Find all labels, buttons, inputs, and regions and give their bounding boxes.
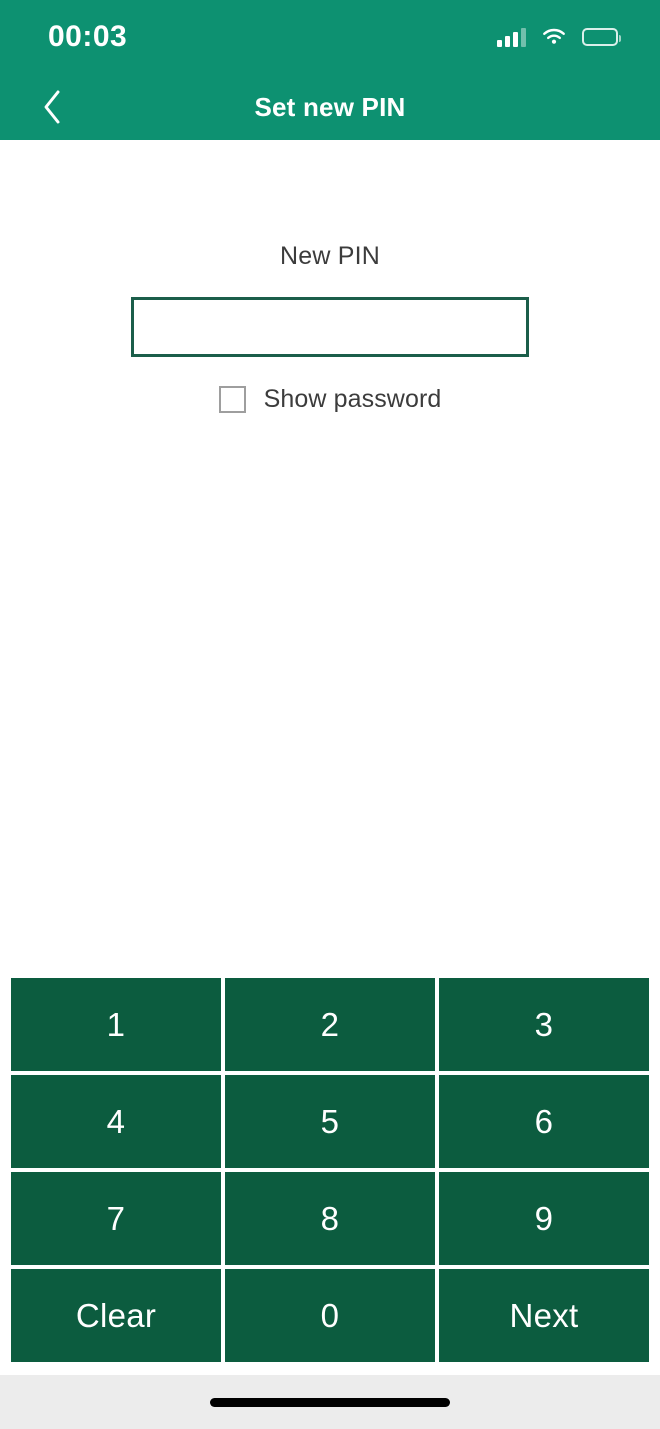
chevron-left-icon xyxy=(41,89,63,125)
back-button[interactable] xyxy=(26,81,78,133)
key-1[interactable]: 1 xyxy=(11,978,221,1071)
page-title: Set new PIN xyxy=(254,91,406,122)
main-content: New PIN Show password xyxy=(0,140,660,978)
app-header: 00:03 Set new PIN xyxy=(0,0,660,140)
key-2[interactable]: 2 xyxy=(225,978,435,1071)
home-indicator-area xyxy=(0,1375,660,1429)
numeric-keypad: 1 2 3 4 5 6 7 8 9 Clear 0 Next xyxy=(0,978,660,1362)
status-bar-time: 00:03 xyxy=(48,20,128,53)
show-password-checkbox[interactable] xyxy=(218,386,246,413)
pin-field-label: New PIN xyxy=(279,242,381,270)
nav-bar: Set new PIN xyxy=(0,74,660,140)
cellular-signal-icon xyxy=(497,27,526,47)
key-5[interactable]: 5 xyxy=(225,1075,435,1168)
status-bar: 00:03 xyxy=(0,0,660,74)
keypad-row: Clear 0 Next xyxy=(11,1269,649,1362)
new-pin-input[interactable] xyxy=(131,297,529,357)
show-password-label: Show password xyxy=(263,385,442,413)
keypad-row: 1 2 3 xyxy=(11,978,649,1071)
key-9[interactable]: 9 xyxy=(439,1172,649,1265)
key-4[interactable]: 4 xyxy=(11,1075,221,1168)
key-0[interactable]: 0 xyxy=(225,1269,435,1362)
keypad-row: 7 8 9 xyxy=(11,1172,649,1265)
wifi-icon xyxy=(541,27,567,47)
key-7[interactable]: 7 xyxy=(11,1172,221,1265)
status-bar-icons xyxy=(497,27,621,47)
battery-icon xyxy=(582,28,621,46)
home-indicator-bar[interactable] xyxy=(210,1397,450,1407)
key-clear[interactable]: Clear xyxy=(11,1269,221,1362)
keypad-row: 4 5 6 xyxy=(11,1075,649,1168)
key-6[interactable]: 6 xyxy=(439,1075,649,1168)
key-8[interactable]: 8 xyxy=(225,1172,435,1265)
phone-screen: 00:03 Set new PIN New PIN Show password … xyxy=(0,0,660,1429)
key-3[interactable]: 3 xyxy=(439,978,649,1071)
key-next[interactable]: Next xyxy=(439,1269,649,1362)
show-password-row[interactable]: Show password xyxy=(218,385,442,414)
